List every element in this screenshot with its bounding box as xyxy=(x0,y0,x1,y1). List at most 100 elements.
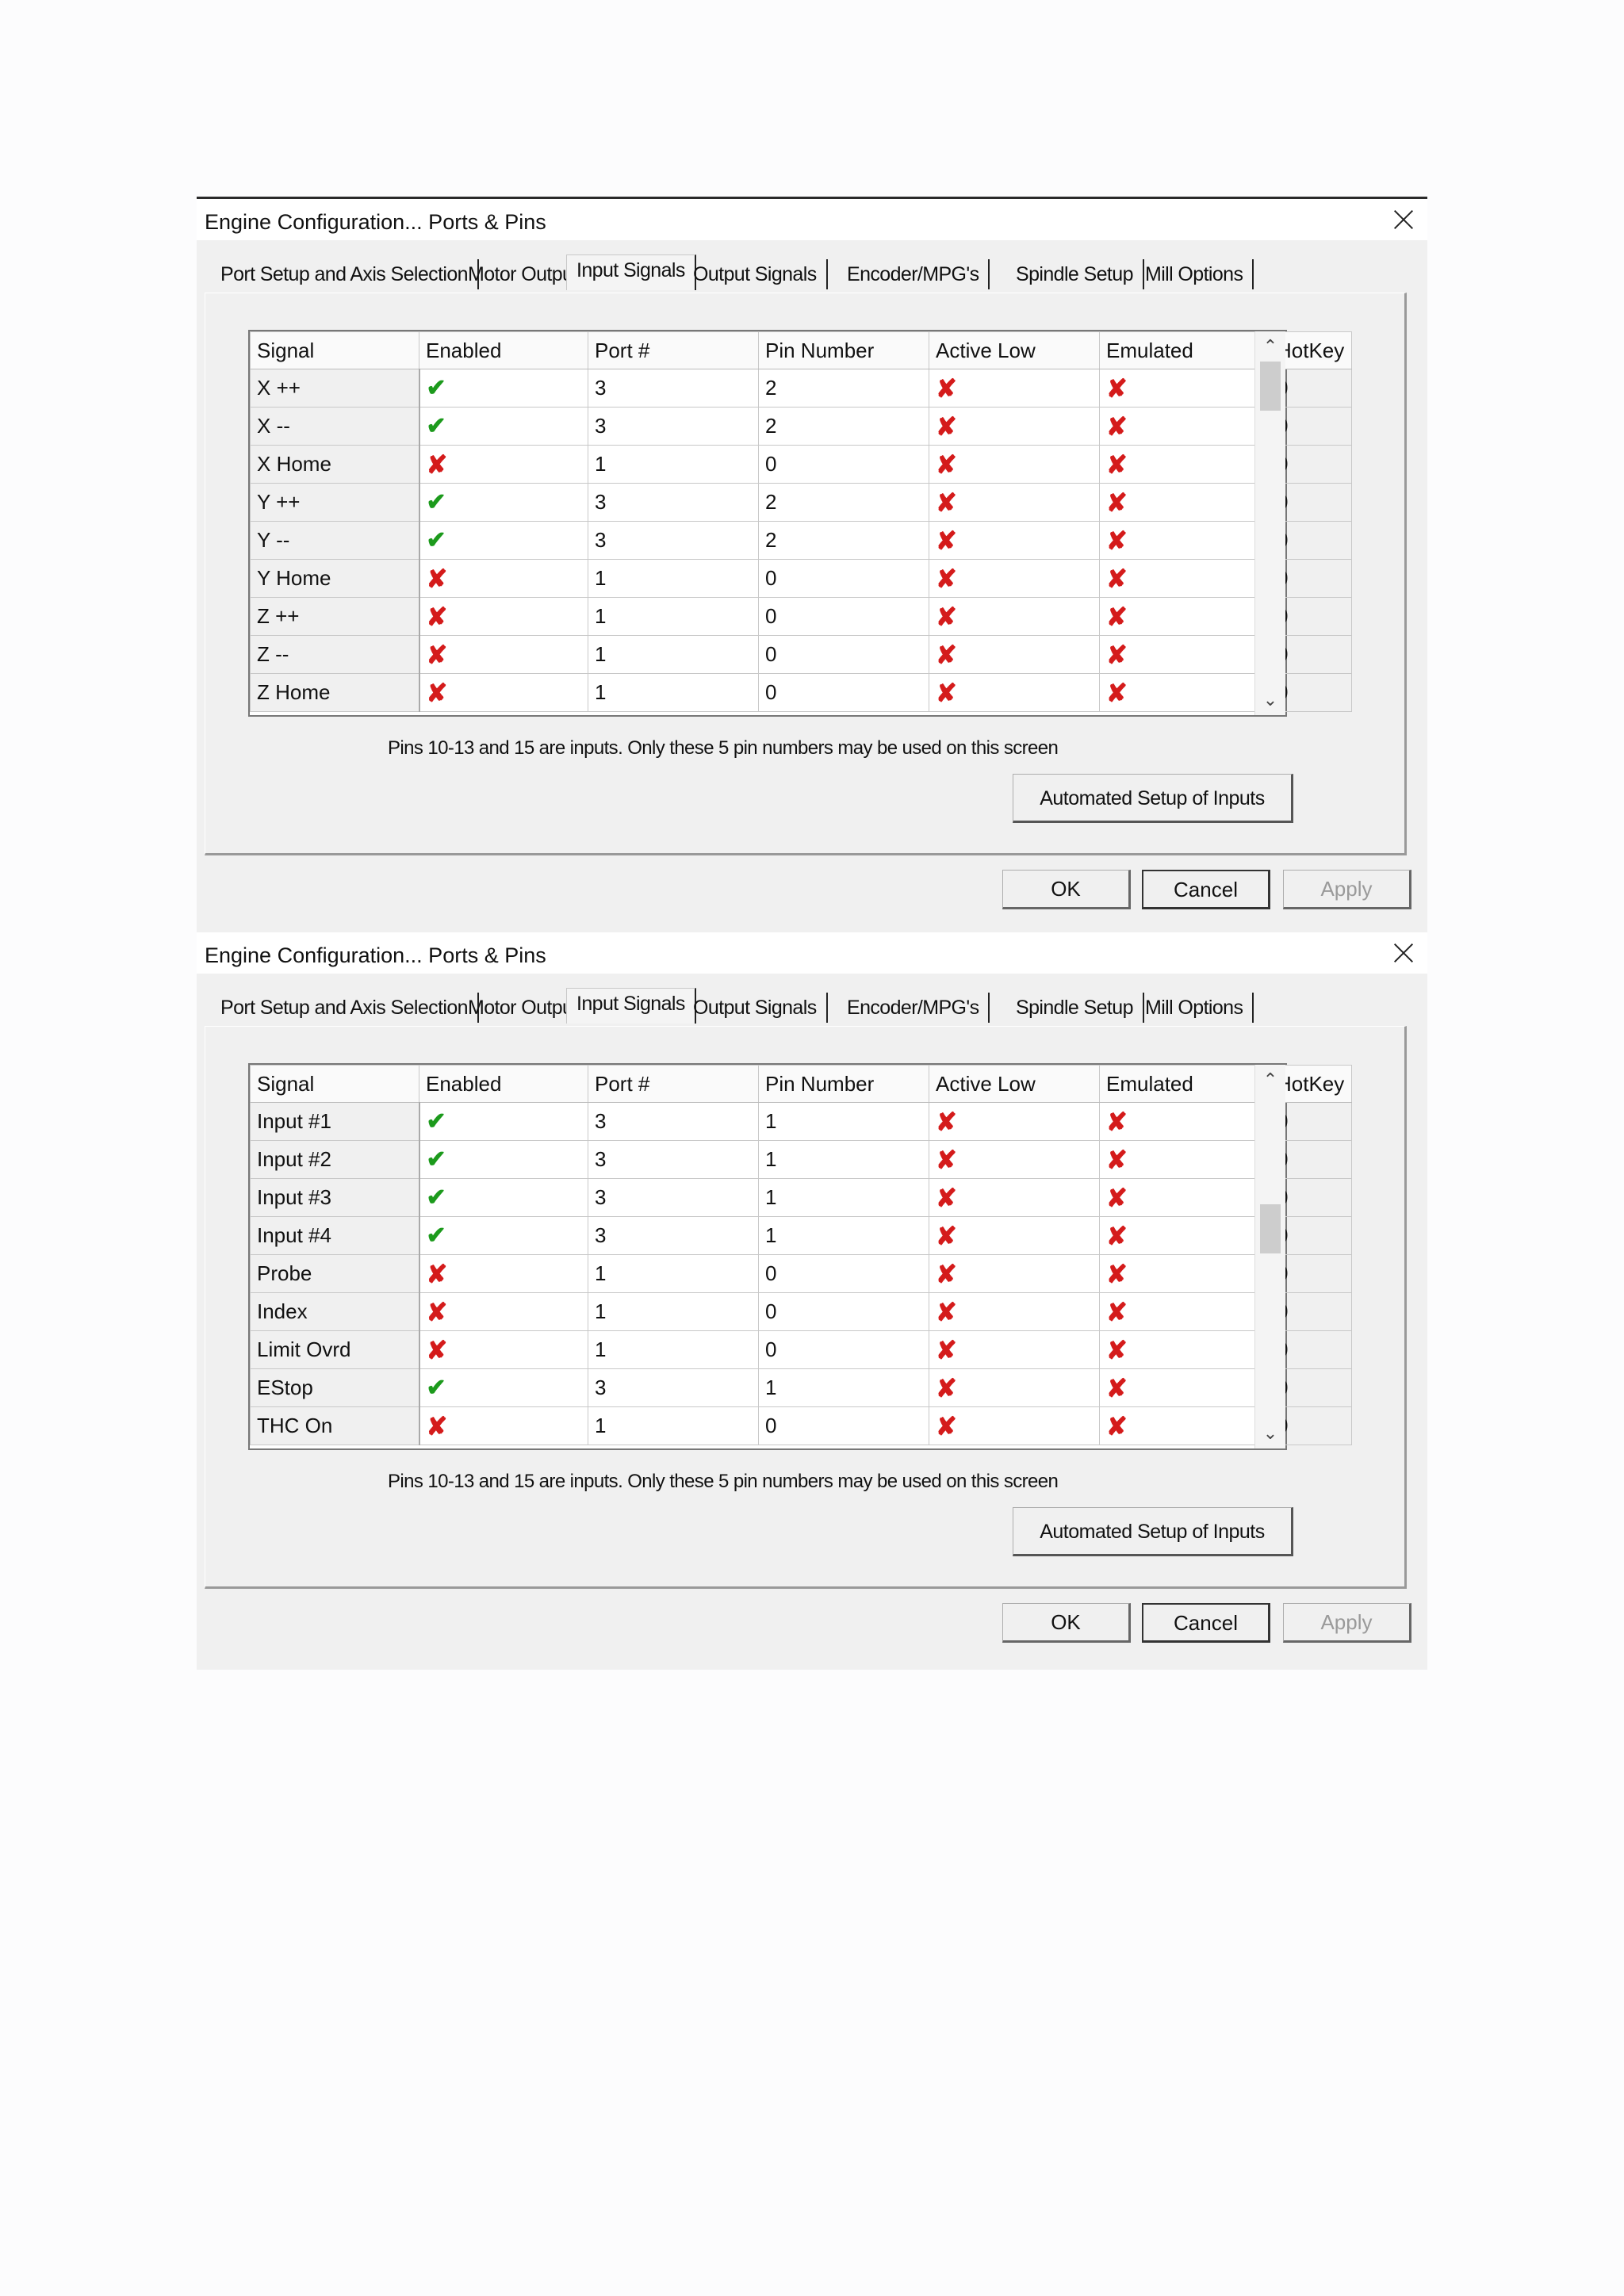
red-cross-icon[interactable]: ✘ xyxy=(427,450,448,479)
tab-encoder-mpg-s[interactable]: Encoder/MPG's xyxy=(837,259,990,289)
active-low-cell[interactable]: ✘ xyxy=(929,1140,1100,1179)
enabled-cell[interactable]: ✔ xyxy=(419,1178,588,1217)
emulated-cell[interactable]: ✘ xyxy=(1099,1368,1270,1407)
apply-button[interactable]: Apply xyxy=(1283,870,1411,909)
red-cross-icon[interactable]: ✘ xyxy=(1106,1146,1128,1174)
table-row[interactable]: Probe✘10✘✘0 xyxy=(250,1254,1352,1293)
red-cross-icon[interactable]: ✘ xyxy=(936,603,957,631)
active-low-cell[interactable]: ✘ xyxy=(929,1102,1100,1141)
red-cross-icon[interactable]: ✘ xyxy=(1106,1108,1128,1136)
active-low-cell[interactable]: ✘ xyxy=(929,1406,1100,1445)
tab-input-signals[interactable]: Input Signals xyxy=(566,988,696,1024)
tab-spindle-setup[interactable]: Spindle Setup xyxy=(1006,993,1144,1023)
port-cell[interactable]: 1 xyxy=(588,635,759,674)
red-cross-icon[interactable]: ✘ xyxy=(936,412,957,441)
emulated-cell[interactable]: ✘ xyxy=(1099,1140,1270,1179)
red-cross-icon[interactable]: ✘ xyxy=(1106,679,1128,707)
green-checkmark-icon[interactable]: ✔ xyxy=(427,1223,446,1249)
active-low-cell[interactable]: ✘ xyxy=(929,673,1100,712)
tab-encoder-mpg-s[interactable]: Encoder/MPG's xyxy=(837,993,990,1023)
port-cell[interactable]: 3 xyxy=(588,1368,759,1407)
red-cross-icon[interactable]: ✘ xyxy=(427,1336,448,1364)
red-cross-icon[interactable]: ✘ xyxy=(1106,374,1128,403)
cancel-button[interactable]: Cancel xyxy=(1142,870,1270,909)
emulated-cell[interactable]: ✘ xyxy=(1099,1254,1270,1293)
active-low-cell[interactable]: ✘ xyxy=(929,1254,1100,1293)
active-low-cell[interactable]: ✘ xyxy=(929,1292,1100,1331)
red-cross-icon[interactable]: ✘ xyxy=(427,641,448,669)
red-cross-icon[interactable]: ✘ xyxy=(427,679,448,707)
port-cell[interactable]: 3 xyxy=(588,369,759,408)
signal-name-cell[interactable]: X -- xyxy=(250,407,420,446)
port-cell[interactable]: 1 xyxy=(588,1406,759,1445)
signal-name-cell[interactable]: Input #4 xyxy=(250,1216,420,1255)
red-cross-icon[interactable]: ✘ xyxy=(936,1184,957,1212)
emulated-cell[interactable]: ✘ xyxy=(1099,369,1270,408)
enabled-cell[interactable]: ✘ xyxy=(419,1330,588,1369)
green-checkmark-icon[interactable]: ✔ xyxy=(427,489,446,515)
emulated-cell[interactable]: ✘ xyxy=(1099,521,1270,560)
port-cell[interactable]: 1 xyxy=(588,1292,759,1331)
red-cross-icon[interactable]: ✘ xyxy=(936,450,957,479)
emulated-cell[interactable]: ✘ xyxy=(1099,1406,1270,1445)
signal-name-cell[interactable]: Input #3 xyxy=(250,1178,420,1217)
red-cross-icon[interactable]: ✘ xyxy=(1106,1374,1128,1402)
active-low-cell[interactable]: ✘ xyxy=(929,1330,1100,1369)
enabled-cell[interactable]: ✘ xyxy=(419,1406,588,1445)
tab-output-signals[interactable]: Output Signals xyxy=(684,993,828,1023)
port-cell[interactable]: 1 xyxy=(588,1254,759,1293)
red-cross-icon[interactable]: ✘ xyxy=(936,1412,957,1441)
enabled-cell[interactable]: ✘ xyxy=(419,635,588,674)
port-cell[interactable]: 3 xyxy=(588,407,759,446)
tab-mill-options[interactable]: Mill Options xyxy=(1136,259,1254,289)
close-icon[interactable] xyxy=(1391,207,1416,232)
port-cell[interactable]: 3 xyxy=(588,1102,759,1141)
red-cross-icon[interactable]: ✘ xyxy=(1106,603,1128,631)
red-cross-icon[interactable]: ✘ xyxy=(936,1260,957,1288)
port-cell[interactable]: 1 xyxy=(588,673,759,712)
chevron-down-icon[interactable]: ⌄ xyxy=(1255,687,1285,714)
pin-number-cell[interactable]: 0 xyxy=(758,1254,929,1293)
cancel-button[interactable]: Cancel xyxy=(1142,1603,1270,1643)
port-cell[interactable]: 1 xyxy=(588,597,759,636)
active-low-cell[interactable]: ✘ xyxy=(929,597,1100,636)
pin-number-cell[interactable]: 0 xyxy=(758,445,929,484)
close-icon[interactable] xyxy=(1391,940,1416,966)
enabled-cell[interactable]: ✘ xyxy=(419,445,588,484)
pin-number-cell[interactable]: 0 xyxy=(758,673,929,712)
active-low-cell[interactable]: ✘ xyxy=(929,635,1100,674)
scroll-thumb[interactable] xyxy=(1260,362,1281,411)
pin-number-cell[interactable]: 1 xyxy=(758,1368,929,1407)
enabled-cell[interactable]: ✔ xyxy=(419,1140,588,1179)
port-cell[interactable]: 3 xyxy=(588,1216,759,1255)
red-cross-icon[interactable]: ✘ xyxy=(1106,1222,1128,1250)
red-cross-icon[interactable]: ✘ xyxy=(1106,1260,1128,1288)
red-cross-icon[interactable]: ✘ xyxy=(427,1298,448,1326)
enabled-cell[interactable]: ✔ xyxy=(419,369,588,408)
red-cross-icon[interactable]: ✘ xyxy=(936,488,957,517)
table-row[interactable]: X Home✘10✘✘0 xyxy=(250,445,1352,484)
signal-name-cell[interactable]: Limit Ovrd xyxy=(250,1330,420,1369)
tab-port-setup-and-axis-selection[interactable]: Port Setup and Axis Selection xyxy=(211,259,479,289)
active-low-cell[interactable]: ✘ xyxy=(929,445,1100,484)
red-cross-icon[interactable]: ✘ xyxy=(936,1374,957,1402)
green-checkmark-icon[interactable]: ✔ xyxy=(427,375,446,401)
port-cell[interactable]: 1 xyxy=(588,559,759,598)
green-checkmark-icon[interactable]: ✔ xyxy=(427,1108,446,1135)
port-cell[interactable]: 3 xyxy=(588,483,759,522)
active-low-cell[interactable]: ✘ xyxy=(929,483,1100,522)
table-row[interactable]: THC On✘10✘✘0 xyxy=(250,1406,1352,1445)
signal-name-cell[interactable]: Input #2 xyxy=(250,1140,420,1179)
red-cross-icon[interactable]: ✘ xyxy=(1106,526,1128,555)
ok-button[interactable]: OK xyxy=(1002,1603,1131,1643)
red-cross-icon[interactable]: ✘ xyxy=(1106,450,1128,479)
table-row[interactable]: Z --✘10✘✘0 xyxy=(250,635,1352,674)
port-cell[interactable]: 1 xyxy=(588,1330,759,1369)
red-cross-icon[interactable]: ✘ xyxy=(936,1336,957,1364)
enabled-cell[interactable]: ✔ xyxy=(419,1102,588,1141)
apply-button[interactable]: Apply xyxy=(1283,1603,1411,1643)
enabled-cell[interactable]: ✘ xyxy=(419,1254,588,1293)
automated-setup-button[interactable]: Automated Setup of Inputs xyxy=(1013,774,1293,823)
active-low-cell[interactable]: ✘ xyxy=(929,407,1100,446)
red-cross-icon[interactable]: ✘ xyxy=(936,641,957,669)
